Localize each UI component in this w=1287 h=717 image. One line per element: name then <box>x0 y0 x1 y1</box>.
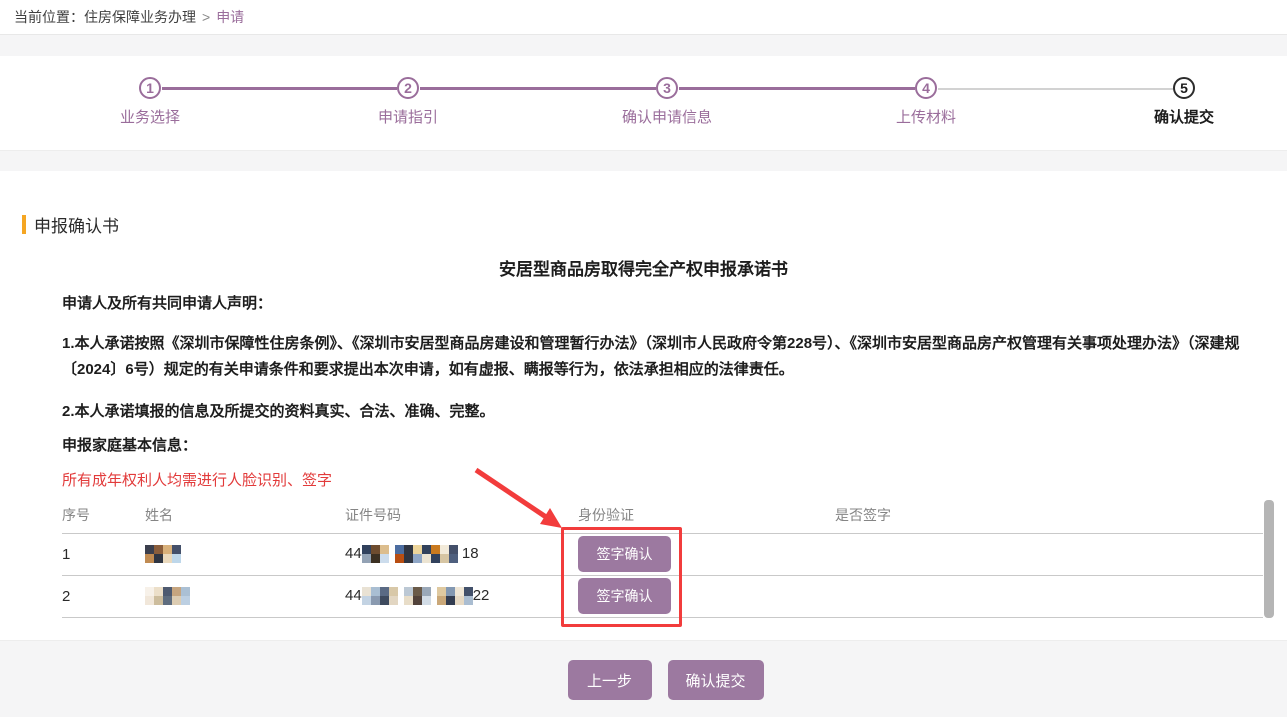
step-1-circle: 1 <box>139 77 161 99</box>
row2-id-redacted-3 <box>437 587 473 605</box>
table-scrollbar-thumb[interactable] <box>1264 500 1274 618</box>
col-header-verify: 身份验证 <box>578 497 835 533</box>
row1-seq: 1 <box>62 533 145 575</box>
row2-id-redacted-1 <box>362 587 398 605</box>
step-2-label: 申请指引 <box>318 106 498 127</box>
breadcrumb-section: 住房保障业务办理 <box>84 7 196 27</box>
step-connector-1-2 <box>162 87 397 90</box>
row1-signed-status <box>835 533 1263 575</box>
row2-name-redacted <box>145 587 190 605</box>
breadcrumb-separator: > <box>202 9 210 25</box>
col-header-seq: 序号 <box>62 497 145 533</box>
row2-id-redacted-2 <box>404 587 431 605</box>
step-1-label: 业务选择 <box>60 106 240 127</box>
table-row: 2 44 22 签字确认 <box>62 575 1263 617</box>
step-5-label: 确认提交 <box>1094 106 1274 127</box>
step-connector-2-3 <box>420 87 656 90</box>
row2-seq: 2 <box>62 575 145 617</box>
step-4-label: 上传材料 <box>836 106 1016 127</box>
confirm-submit-button[interactable]: 确认提交 <box>668 660 764 700</box>
section-title: 申报确认书 <box>34 212 119 237</box>
row2-id-prefix: 44 <box>345 587 362 604</box>
table-header-row: 序号 姓名 证件号码 身份验证 是否签字 <box>62 497 1263 533</box>
footer-actions: 上一步 确认提交 <box>0 641 1287 717</box>
col-header-name: 姓名 <box>145 497 345 533</box>
family-info-heading: 申报家庭基本信息： <box>62 433 1263 459</box>
applicants-table-wrap: 序号 姓名 证件号码 身份验证 是否签字 1 44 18 签字确认 <box>62 497 1263 618</box>
breadcrumb-label: 当前位置： <box>14 7 84 27</box>
declaration-heading: 申请人及所有共同申请人声明： <box>62 291 1263 317</box>
row2-id-suffix: 22 <box>473 587 490 604</box>
sign-confirm-button-row1[interactable]: 签字确认 <box>578 536 671 572</box>
section-accent-bar <box>22 215 26 234</box>
col-header-signed: 是否签字 <box>835 497 1263 533</box>
step-wizard: 1 2 3 4 5 业务选择 申请指引 确认申请信息 上传材料 确认提交 <box>0 56 1287 151</box>
row1-id-suffix: 18 <box>462 545 479 562</box>
sign-confirm-button-row2[interactable]: 签字确认 <box>578 578 671 614</box>
breadcrumb-current[interactable]: 申请 <box>216 7 244 27</box>
face-sign-notice: 所有成年权利人均需进行人脸识别、签字 <box>62 468 1263 494</box>
clause-1: 1.本人承诺按照《深圳市保障性住房条例》、《深圳市安居型商品房建设和管理暂行办法… <box>62 331 1263 383</box>
step-connector-4-5 <box>938 88 1173 90</box>
row1-name-redacted <box>145 545 181 563</box>
step-connector-3-4 <box>679 87 915 90</box>
section-header: 申报确认书 <box>22 212 119 237</box>
step-3-circle: 3 <box>656 77 678 99</box>
row1-id-redacted-1 <box>362 545 389 563</box>
row1-id-prefix: 44 <box>345 545 362 562</box>
row1-id-redacted-2 <box>395 545 458 563</box>
col-header-id: 证件号码 <box>345 497 578 533</box>
table-row: 1 44 18 签字确认 <box>62 533 1263 575</box>
document-title: 安居型商品房取得完全产权申报承诺书 <box>0 255 1287 280</box>
step-3-label: 确认申请信息 <box>577 106 757 127</box>
row2-signed-status <box>835 575 1263 617</box>
step-4-circle: 4 <box>915 77 937 99</box>
breadcrumb: 当前位置：住房保障业务办理 > 申请 <box>0 0 1287 35</box>
step-5-circle: 5 <box>1173 77 1195 99</box>
declaration-card: 申报确认书 安居型商品房取得完全产权申报承诺书 申请人及所有共同申请人声明： 1… <box>0 171 1287 641</box>
step-2-circle: 2 <box>397 77 419 99</box>
clause-2: 2.本人承诺填报的信息及所提交的资料真实、合法、准确、完整。 <box>62 399 1263 425</box>
applicants-table: 序号 姓名 证件号码 身份验证 是否签字 1 44 18 签字确认 <box>62 497 1263 618</box>
previous-step-button[interactable]: 上一步 <box>568 660 652 700</box>
